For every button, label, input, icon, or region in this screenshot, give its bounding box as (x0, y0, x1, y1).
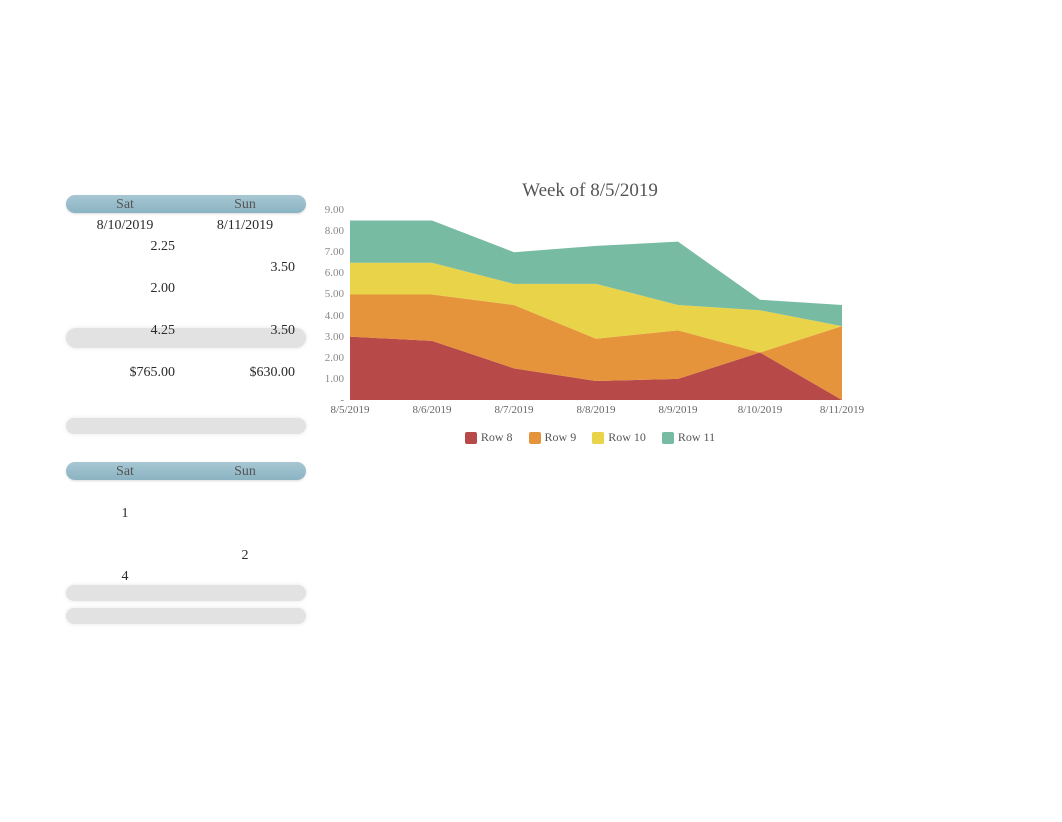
cell (65, 545, 185, 566)
chart-x-tick: 8/5/2019 (330, 404, 369, 416)
cell: 3.50 (185, 320, 305, 341)
legend-swatch-icon (662, 432, 674, 444)
cell (185, 524, 305, 545)
chart-x-tick: 8/10/2019 (738, 404, 783, 416)
cell: 3.50 (185, 257, 305, 278)
cell (65, 524, 185, 545)
cell (65, 383, 185, 404)
cell: 8/10/2019 (65, 215, 185, 236)
table-row: 4.25 3.50 (65, 320, 305, 341)
legend-label: Row 10 (608, 430, 646, 444)
cell: 8/11/2019 (185, 215, 305, 236)
weekly-chart: Week of 8/5/2019 9.008.007.006.005.004.0… (310, 170, 870, 480)
table2-col-header-sun: Sun (185, 461, 305, 482)
table-row (65, 587, 305, 608)
cell (185, 299, 305, 320)
cell (65, 608, 185, 629)
cell (65, 299, 185, 320)
legend-label: Row 8 (481, 430, 513, 444)
table-row: 2.25 (65, 236, 305, 257)
chart-x-tick: 8/9/2019 (658, 404, 697, 416)
chart-legend-item: Row 8 (465, 430, 513, 445)
chart-x-tick: 8/6/2019 (412, 404, 451, 416)
chart-y-tick: 3.00 (314, 331, 344, 343)
cell (185, 383, 305, 404)
cell: $765.00 (65, 362, 185, 383)
cell: 2.00 (65, 278, 185, 299)
cell: 4 (65, 566, 185, 587)
cell: $630.00 (185, 362, 305, 383)
chart-legend-item: Row 9 (529, 430, 577, 445)
table-row: $765.00 $630.00 (65, 362, 305, 383)
chart-y-tick: 8.00 (314, 225, 344, 237)
data-table-2: Sat Sun 1 2 4 (65, 461, 305, 629)
table-row: 4 (65, 566, 305, 587)
cell (185, 608, 305, 629)
cell (185, 341, 305, 362)
chart-y-tick: 2.00 (314, 352, 344, 364)
chart-y-tick: 7.00 (314, 246, 344, 258)
table-row: 1 (65, 503, 305, 524)
chart-legend-item: Row 11 (662, 430, 715, 445)
table-row (65, 482, 305, 503)
table1-col-header-sat: Sat (65, 194, 185, 215)
table-row (65, 299, 305, 320)
cell (65, 587, 185, 608)
table-row (65, 404, 305, 425)
cell (185, 503, 305, 524)
cell: 2 (185, 545, 305, 566)
cell (65, 257, 185, 278)
chart-x-tick: 8/8/2019 (576, 404, 615, 416)
table-row (65, 341, 305, 362)
legend-swatch-icon (529, 432, 541, 444)
table-row (65, 524, 305, 545)
legend-label: Row 11 (678, 430, 715, 444)
cell (185, 278, 305, 299)
cell (65, 341, 185, 362)
chart-plot-area: 9.008.007.006.005.004.003.002.001.00- (350, 210, 842, 400)
chart-x-tick: 8/7/2019 (494, 404, 533, 416)
chart-x-tick: 8/11/2019 (820, 404, 864, 416)
table-row: 8/10/2019 8/11/2019 (65, 215, 305, 236)
table-row (65, 383, 305, 404)
table-row: 3.50 (65, 257, 305, 278)
legend-label: Row 9 (545, 430, 577, 444)
table2-header-row: Sat Sun (65, 461, 305, 482)
cell: 1 (65, 503, 185, 524)
data-table-1: Sat Sun 8/10/2019 8/11/2019 2.25 3.50 2.… (65, 194, 305, 425)
cell: 2.25 (65, 236, 185, 257)
chart-y-tick: 4.00 (314, 310, 344, 322)
cell (185, 236, 305, 257)
chart-y-tick: 9.00 (314, 204, 344, 216)
chart-y-tick: 5.00 (314, 288, 344, 300)
table-row: 2.00 (65, 278, 305, 299)
cell (185, 566, 305, 587)
chart-x-axis: 8/5/20198/6/20198/7/20198/8/20198/9/2019… (350, 404, 842, 424)
chart-legend-item: Row 10 (592, 430, 646, 445)
chart-legend: Row 8 Row 9 Row 10 Row 11 (310, 430, 870, 445)
table1-col-header-sun: Sun (185, 194, 305, 215)
legend-swatch-icon (465, 432, 477, 444)
table2-col-header-sat: Sat (65, 461, 185, 482)
table1-header-row: Sat Sun (65, 194, 305, 215)
table-row (65, 608, 305, 629)
chart-title: Week of 8/5/2019 (310, 180, 870, 202)
cell: 4.25 (65, 320, 185, 341)
chart-y-tick: 1.00 (314, 373, 344, 385)
chart-y-tick: 6.00 (314, 267, 344, 279)
legend-swatch-icon (592, 432, 604, 444)
cell (65, 404, 185, 425)
cell (185, 404, 305, 425)
cell (185, 587, 305, 608)
cell (185, 482, 305, 503)
table-row: 2 (65, 545, 305, 566)
cell (65, 482, 185, 503)
